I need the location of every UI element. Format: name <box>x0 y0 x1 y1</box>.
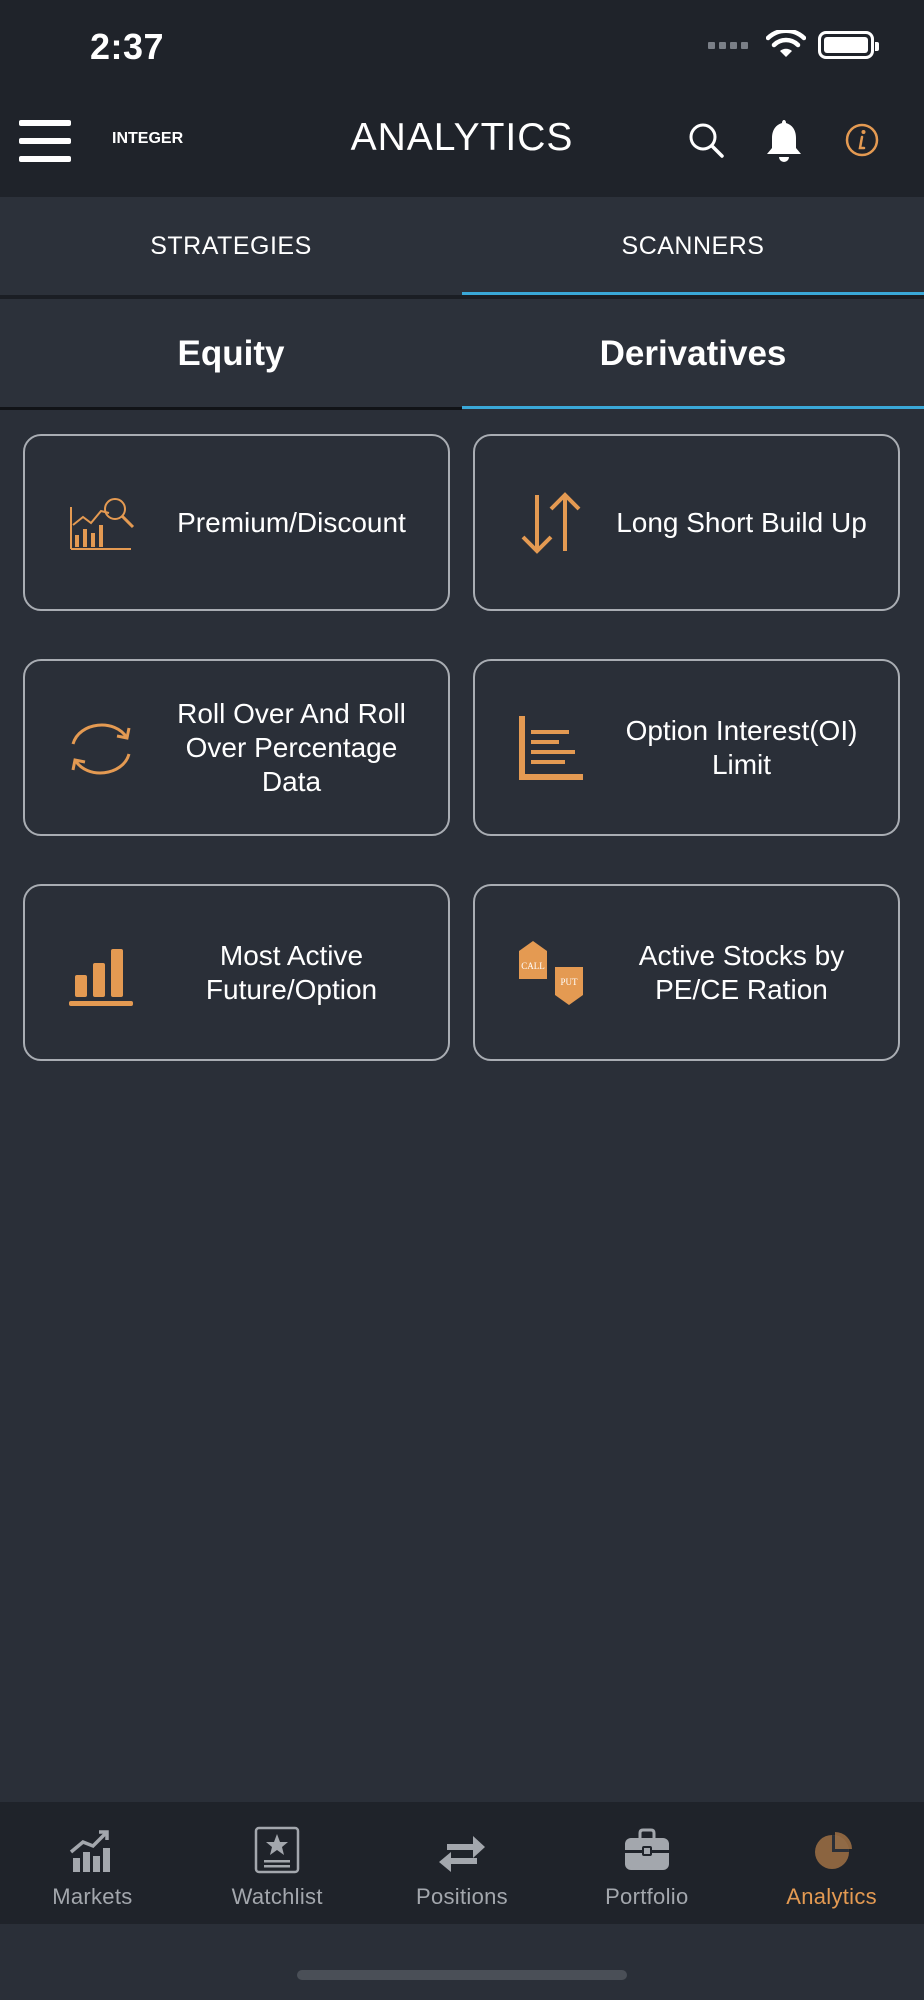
markets-icon <box>70 1830 111 1872</box>
nav-label: Positions <box>416 1884 508 1909</box>
analytics-icon <box>814 1832 852 1869</box>
tab-equity[interactable]: Equity <box>0 299 462 409</box>
status-time: 2:37 <box>90 26 165 67</box>
card-premium-discount[interactable]: Premium/Discount <box>23 434 450 611</box>
card-label: Option Interest(OI) Limit <box>625 714 858 780</box>
tab-scanners[interactable]: SCANNERS <box>462 197 924 295</box>
card-roll-over[interactable]: Roll Over And Roll Over Percentage Data <box>23 659 450 836</box>
card-most-active[interactable]: Most Active Future/Option <box>23 884 450 1061</box>
status-indicators <box>708 30 879 60</box>
nav-analytics[interactable]: Analytics <box>739 1802 924 1924</box>
search-icon[interactable] <box>684 116 728 164</box>
nav-label: Watchlist <box>231 1884 323 1909</box>
top-bar: 2:37 INTEGER ANALYTICS <box>0 0 924 197</box>
card-label: Roll Over And Roll Over Percentage Data <box>177 697 406 797</box>
nav-watchlist[interactable]: Watchlist <box>185 1802 370 1924</box>
sub-tabs: Equity Derivatives <box>0 299 924 409</box>
nav-portfolio[interactable]: Portfolio <box>554 1802 739 1924</box>
cellular-signal-icon <box>708 41 748 49</box>
put-text: PUT <box>560 977 578 987</box>
up-down-arrows-icon <box>521 491 581 554</box>
subtabs-divider <box>0 407 462 410</box>
bottom-nav: Markets Watchlist Positions Portfolio An… <box>0 1802 924 1924</box>
card-active-stocks-pe-ce[interactable]: CALL PUT Active Stocks by PE/CE Ration <box>473 884 900 1061</box>
card-label: Active Stocks by PE/CE Ration <box>638 939 845 1005</box>
card-option-interest-limit[interactable]: Option Interest(OI) Limit <box>473 659 900 836</box>
watchlist-icon <box>254 1826 300 1874</box>
nav-markets[interactable]: Markets <box>0 1802 185 1924</box>
battery-icon <box>818 31 879 59</box>
card-label: Premium/Discount <box>177 506 406 538</box>
info-icon[interactable] <box>840 116 884 164</box>
nav-positions[interactable]: Positions <box>370 1802 555 1924</box>
portfolio-icon <box>624 1828 669 1870</box>
rollover-cycle-icon <box>71 723 131 774</box>
card-long-short-build-up[interactable]: Long Short Build Up <box>473 434 900 611</box>
wifi-icon <box>766 30 806 57</box>
nav-label: Analytics <box>786 1884 877 1909</box>
tab-strategies[interactable]: STRATEGIES <box>0 197 462 295</box>
main-tabs: STRATEGIES SCANNERS <box>0 197 924 295</box>
card-label: Most Active Future/Option <box>205 939 378 1005</box>
bar-chart-icon <box>69 948 133 1006</box>
bell-icon[interactable] <box>762 116 806 164</box>
horizontal-bars-icon <box>519 715 583 780</box>
tab-derivatives[interactable]: Derivatives <box>462 299 924 409</box>
home-indicator[interactable] <box>297 1970 627 1980</box>
nav-label: Markets <box>52 1884 133 1909</box>
card-label: Long Short Build Up <box>616 506 867 538</box>
call-text: CALL <box>521 961 545 971</box>
call-put-icon: CALL PUT <box>519 940 583 1005</box>
home-area <box>0 1924 924 2000</box>
chart-magnifier-icon <box>70 497 135 550</box>
positions-icon <box>438 1836 485 1872</box>
nav-label: Portfolio <box>605 1884 689 1909</box>
